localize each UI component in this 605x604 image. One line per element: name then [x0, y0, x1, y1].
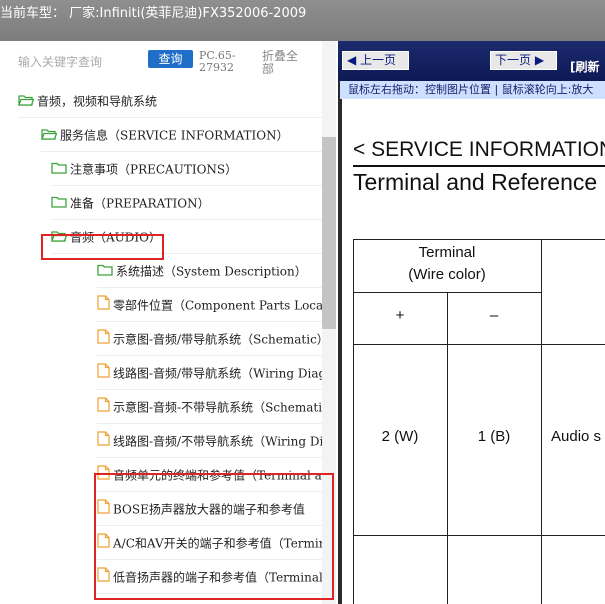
- tree-node[interactable]: 系统描述（System Description）: [97, 254, 322, 288]
- arrow-right-icon: ▶: [531, 53, 545, 67]
- scrollbar-thumb[interactable]: [322, 137, 336, 329]
- tree-node[interactable]: 注意事项（PRECAUTIONS）: [51, 152, 322, 186]
- tree-node-label: 线路图-音频/带导航系统（Wiring Diagram）: [113, 366, 322, 381]
- tree-node-label: 零部件位置（Component Parts Location）: [113, 298, 322, 313]
- tree-node[interactable]: 线路图-音频/带导航系统（Wiring Diagram）: [97, 356, 322, 390]
- tree-node-label: 音频（AUDIO）: [70, 230, 161, 245]
- category-tree: 音频，视频和导航系统服务信息（SERVICE INFORMATION） 注意事项（…: [0, 93, 322, 604]
- tree-node-label: 准备（PREPARATION）: [70, 196, 210, 211]
- folder-open-icon: [41, 119, 58, 152]
- tree-node[interactable]: 服务信息（SERVICE INFORMATION）: [41, 118, 322, 152]
- tree-node-label: 示意图-音频/带导航系统（Schematic）: [113, 332, 322, 347]
- table-rule: [541, 239, 542, 604]
- page-icon: [97, 323, 110, 356]
- table-rule: [353, 344, 605, 345]
- tree-node[interactable]: 线路图-音频/不带导航系统（Wiring Diagram）: [97, 424, 322, 458]
- table-rule: [353, 535, 605, 536]
- viewer-toolbar: ◀ 上一页 下一页 ▶ [刷新: [338, 41, 605, 81]
- folder-open-icon: [18, 93, 35, 117]
- tree-node-label: 服务信息（SERVICE INFORMATION）: [60, 128, 289, 143]
- document-viewer: ◀ 上一页 下一页 ▶ [刷新 鼠标左右拖动：控制图片位置 | 鼠标滚轮向上:放…: [338, 41, 605, 604]
- previous-page-button[interactable]: ◀ 上一页: [342, 51, 409, 70]
- next-page-button[interactable]: 下一页 ▶: [490, 51, 557, 70]
- page-icon: [97, 527, 110, 560]
- tree-node[interactable]: 准备（PREPARATION）: [51, 186, 322, 220]
- query-button[interactable]: 查询: [148, 50, 193, 68]
- tree-node[interactable]: 低音扬声器的端子和参考值（Terminal）: [97, 560, 322, 594]
- previous-page-label: 上一页: [360, 53, 397, 67]
- page-icon: [97, 357, 110, 390]
- tree-node-label: 示意图-音频-不带导航系统（Schematic）: [113, 400, 322, 415]
- folder-open-icon: [51, 221, 68, 254]
- tree-node-label: 系统描述（System Description）: [116, 264, 307, 279]
- tree-node-label: 音频单元的终端和参考值（Terminal and Reference）: [113, 468, 322, 483]
- tree-node[interactable]: 音频单元的终端和参考值（Terminal and Reference）: [97, 458, 322, 492]
- page-icon: [97, 561, 110, 594]
- terminal-table: Terminal (Wire color) + – 2 (W) 1 (B) Au…: [353, 239, 605, 604]
- usage-hint: 鼠标左右拖动：控制图片位置 | 鼠标滚轮向上:放大: [340, 81, 605, 99]
- heading-divider: [353, 165, 605, 167]
- cell-plus-terminal: 2 (W): [381, 428, 419, 445]
- table-rule: [353, 239, 605, 240]
- collapse-all-button[interactable]: 折叠全部: [262, 50, 302, 76]
- folder-icon: [51, 187, 67, 220]
- header-wire-color: (Wire color): [408, 266, 486, 283]
- table-rule: [353, 239, 354, 604]
- left-panel: 查询 PC.65-27932 折叠全部 音频，视频和导航系统服务信息（SERVI…: [0, 41, 338, 604]
- search-bar: 查询 PC.65-27932 折叠全部: [0, 41, 338, 83]
- folder-icon: [97, 255, 113, 288]
- cell-description: Audio s: [551, 428, 602, 445]
- page-heading: Terminal and Reference: [353, 169, 598, 195]
- folder-icon: [51, 153, 67, 186]
- tree-node-label: 低音扬声器的端子和参考值（Terminal）: [113, 570, 322, 585]
- tree-scrollbar[interactable]: [322, 41, 336, 604]
- tree-node[interactable]: BOSE扬声器放大器的端子和参考值: [97, 492, 322, 526]
- next-page-label: 下一页: [495, 53, 532, 67]
- header-plus: +: [395, 307, 405, 324]
- tree-node-label: 线路图-音频/不带导航系统（Wiring Diagram）: [113, 434, 322, 449]
- tree-node-label: 注意事项（PRECAUTIONS）: [70, 162, 238, 177]
- arrow-left-icon: ◀: [347, 53, 361, 67]
- document-page[interactable]: < SERVICE INFORMATION Terminal and Refer…: [342, 99, 605, 604]
- tree-node-label: BOSE扬声器放大器的端子和参考值: [113, 502, 305, 517]
- tree-node[interactable]: 零部件位置（Component Parts Location）: [97, 288, 322, 322]
- tree-node[interactable]: 示意图-音频/带导航系统（Schematic）: [97, 322, 322, 356]
- tree-node[interactable]: 音频（AUDIO）: [51, 220, 322, 254]
- header-terminal: Terminal: [418, 244, 476, 261]
- search-input[interactable]: [18, 52, 144, 72]
- page-icon: [97, 391, 110, 424]
- section-title: < SERVICE INFORMATION: [353, 138, 605, 161]
- page-icon: [97, 289, 110, 322]
- cell-minus-terminal: 1 (B): [477, 428, 511, 445]
- tree-node[interactable]: A/C和AV开关的端子和参考值（Terminal）: [97, 526, 322, 560]
- table-rule: [447, 292, 448, 604]
- window-title: 当前车型： 厂家:Infiniti(英菲尼迪)FX352006-2009: [0, 0, 605, 41]
- refresh-link[interactable]: [刷新: [570, 58, 600, 75]
- tree-node[interactable]: 音频，视频和导航系统: [18, 93, 322, 118]
- page-icon: [97, 459, 110, 492]
- result-count: PC.65-27932: [199, 49, 236, 74]
- page-icon: [97, 493, 110, 526]
- header-minus: –: [489, 307, 499, 324]
- tree-node[interactable]: 示意图-音频-不带导航系统（Schematic）: [97, 390, 322, 424]
- tree-node-label: A/C和AV开关的端子和参考值（Terminal）: [113, 536, 322, 551]
- tree-node-label: 音频，视频和导航系统: [37, 94, 158, 109]
- page-icon: [97, 425, 110, 458]
